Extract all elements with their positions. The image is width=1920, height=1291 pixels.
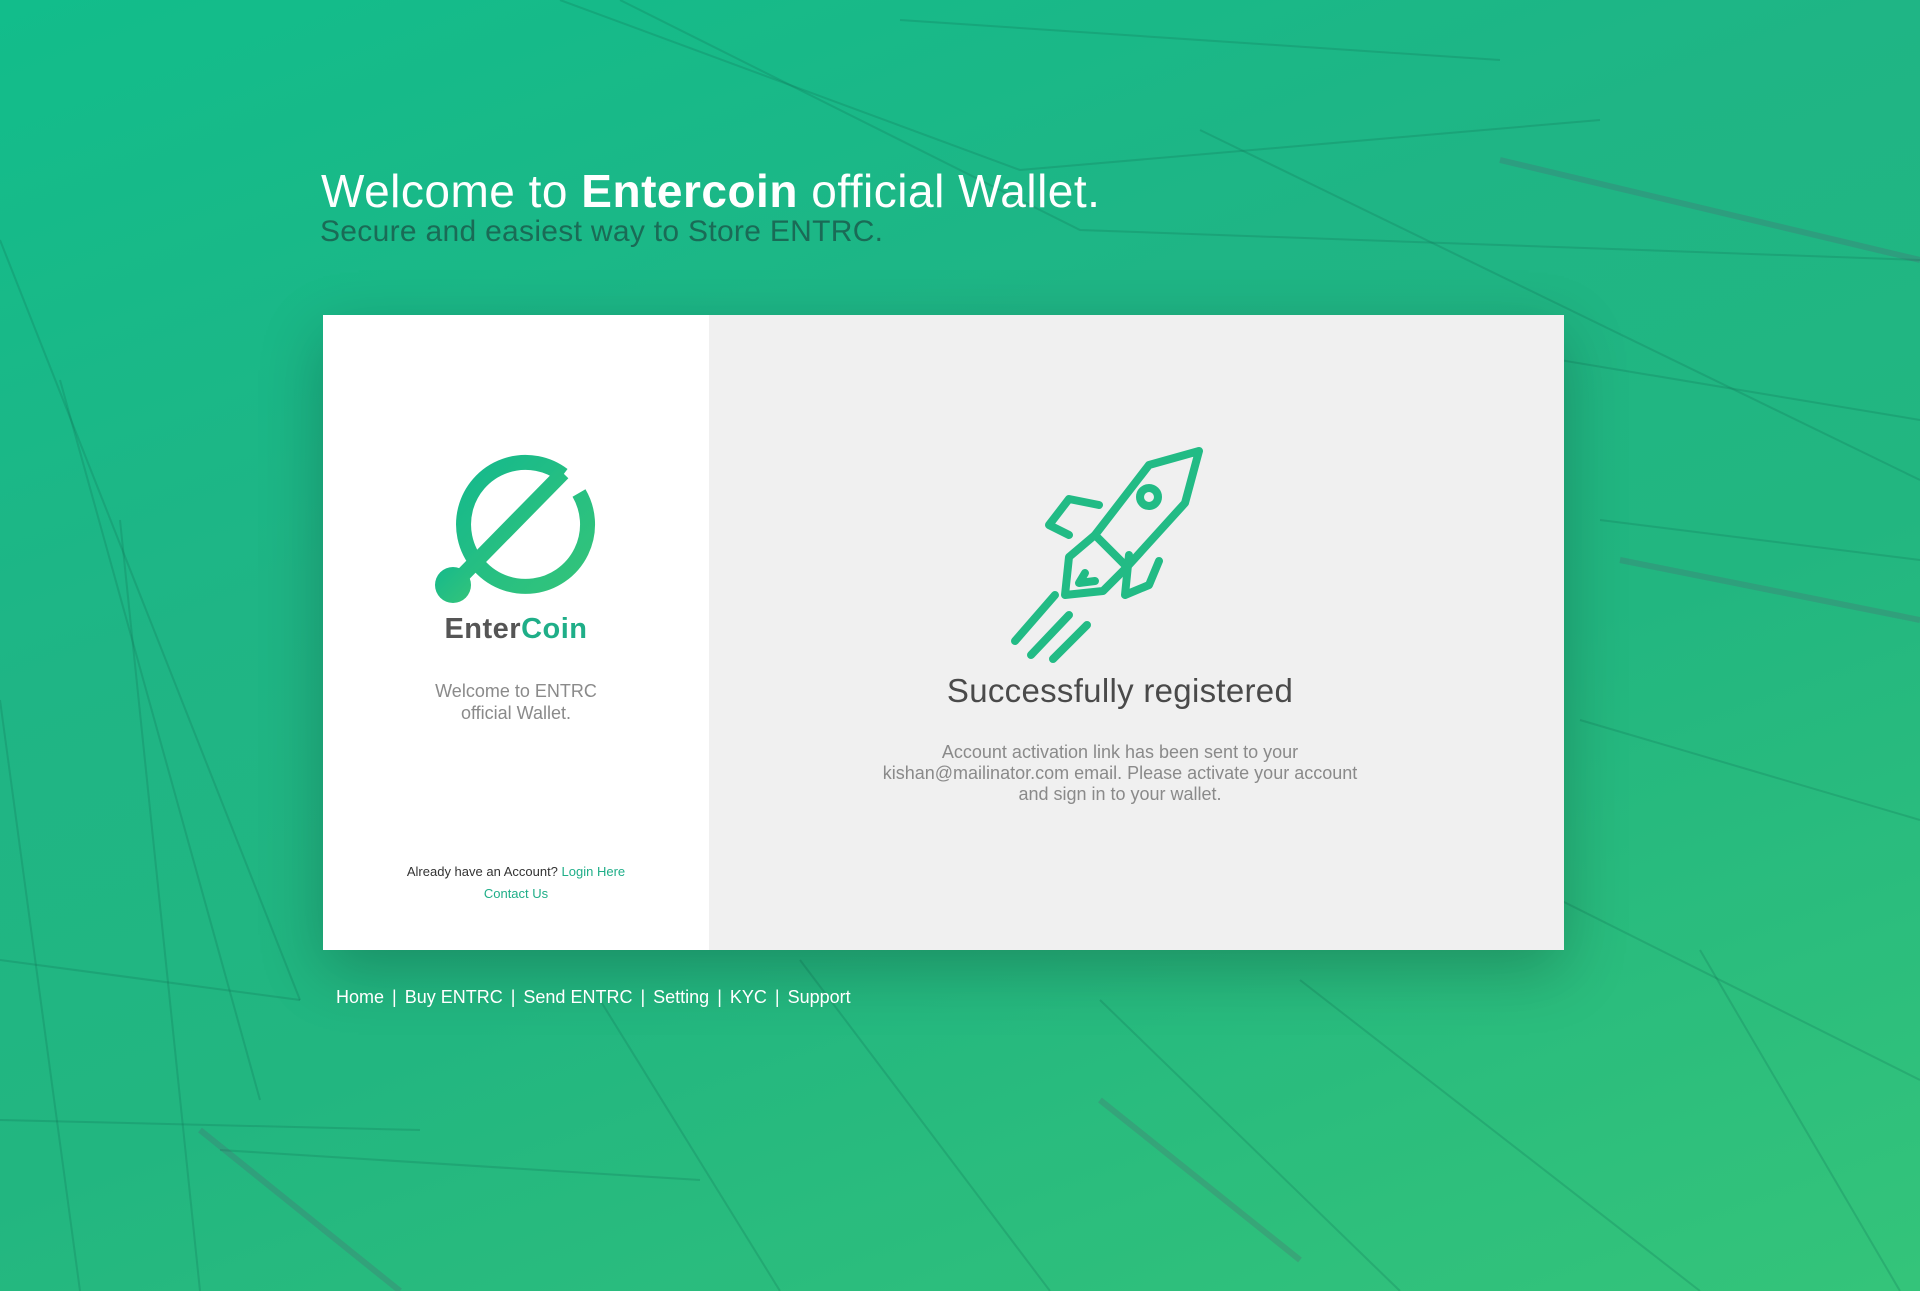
contact-us-link[interactable]: Contact Us <box>484 886 548 901</box>
account-prompt-text: Already have an Account? <box>406 864 562 879</box>
nav-separator: | <box>640 987 646 1007</box>
nav-kyc[interactable]: KYC <box>730 987 767 1007</box>
nav-separator: | <box>510 987 516 1007</box>
headline-brand: Entercoin <box>581 165 798 217</box>
welcome-text: Welcome to ENTRC official Wallet. <box>416 680 616 724</box>
nav-setting[interactable]: Setting <box>653 987 709 1007</box>
nav-send-entrc[interactable]: Send ENTRC <box>523 987 632 1007</box>
nav-separator: | <box>774 987 780 1007</box>
rocket-icon <box>1011 447 1203 663</box>
account-prompt-row: Already have an Account? Login Here <box>323 864 709 879</box>
message-line-3: and sign in to your wallet. <box>1018 784 1222 804</box>
nav-home[interactable]: Home <box>336 987 384 1007</box>
status-panel: Successfully registered Account activati… <box>709 315 1564 950</box>
nav-buy-entrc[interactable]: Buy ENTRC <box>405 987 503 1007</box>
message-line-1: Account activation link has been sent to… <box>941 742 1299 762</box>
registration-card: EnterCoin Welcome to ENTRC official Wall… <box>323 315 1564 950</box>
nav-separator: | <box>392 987 397 1007</box>
welcome-line-1: Welcome to ENTRC <box>435 681 597 701</box>
page-subheadline: Secure and easiest way to Store ENTRC. <box>320 215 884 248</box>
page-headline: Welcome to Entercoin official Wallet. <box>321 165 1101 217</box>
success-message: Account activation link has been sent to… <box>856 742 1384 805</box>
message-line-2: kishan@mailinator.com email. Please acti… <box>882 763 1358 783</box>
nav-support[interactable]: Support <box>788 987 851 1007</box>
brand-name: EnterCoin <box>444 613 588 645</box>
contact-row: Contact Us <box>323 886 709 901</box>
nav-separator: | <box>717 987 722 1007</box>
footer-nav: Home | Buy ENTRC | Send ENTRC | Setting | KYC | Su… <box>336 987 851 1008</box>
welcome-line-2: official Wallet. <box>460 703 572 723</box>
entercoin-logo-icon <box>435 454 596 603</box>
brand-panel: EnterCoin Welcome to ENTRC official Wall… <box>323 315 709 950</box>
success-title: Successfully registered <box>946 672 1294 709</box>
login-link[interactable]: Login Here <box>562 864 626 879</box>
